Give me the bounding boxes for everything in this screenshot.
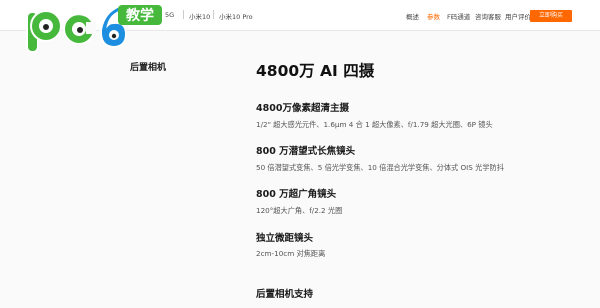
nav-link-reviews[interactable]: 用户评价 [505,11,531,21]
nav-link-support[interactable]: 咨询客服 [475,11,501,21]
product-name[interactable]: 5G [165,11,174,19]
model-link-mi10[interactable]: 小米10 [189,11,210,21]
section-side-title: 后置相机 [130,63,167,73]
pc6-logo: 教学 [26,4,162,53]
nav-link-overview[interactable]: 概述 [406,11,419,21]
feature-desc: 50 倍潜望式变焦、5 倍光学变焦、10 倍混合光学变焦、分体式 OIS 光学防… [256,163,504,172]
feature-title: 4800万像素超清主摄 [256,103,349,114]
feature-title: 独立微距镜头 [256,233,314,244]
section-headline: 4800万 AI 四摄 [256,62,375,80]
logo-letter-p [26,6,62,53]
logo-badge: 教学 [118,5,162,25]
nav-link-fcode[interactable]: F码通道 [447,11,470,21]
feature-title: 800 万潜望式长焦镜头 [256,146,356,157]
model-link-mi10-pro[interactable]: 小米10 Pro [219,11,253,21]
feature-desc: 120°超大广角、f/2.2 光圈 [256,206,343,215]
feature-desc: 1/2" 超大感光元件、1.6μm 4 合 1 超大像素、f/1.79 超大光圈… [256,120,493,129]
logo-badge-text: 教学 [126,7,154,24]
buy-now-button[interactable]: 立即购买 [530,10,572,22]
feature-title: 800 万超广角镜头 [256,189,337,200]
feature-title: 后置相机支持 [256,289,314,300]
nav-link-specs[interactable]: 参数 [427,11,440,21]
nav-divider [183,10,184,19]
nav-divider [213,10,214,19]
logo-letter-c [63,13,96,45]
feature-desc: 2cm-10cm 对焦距离 [256,249,326,258]
